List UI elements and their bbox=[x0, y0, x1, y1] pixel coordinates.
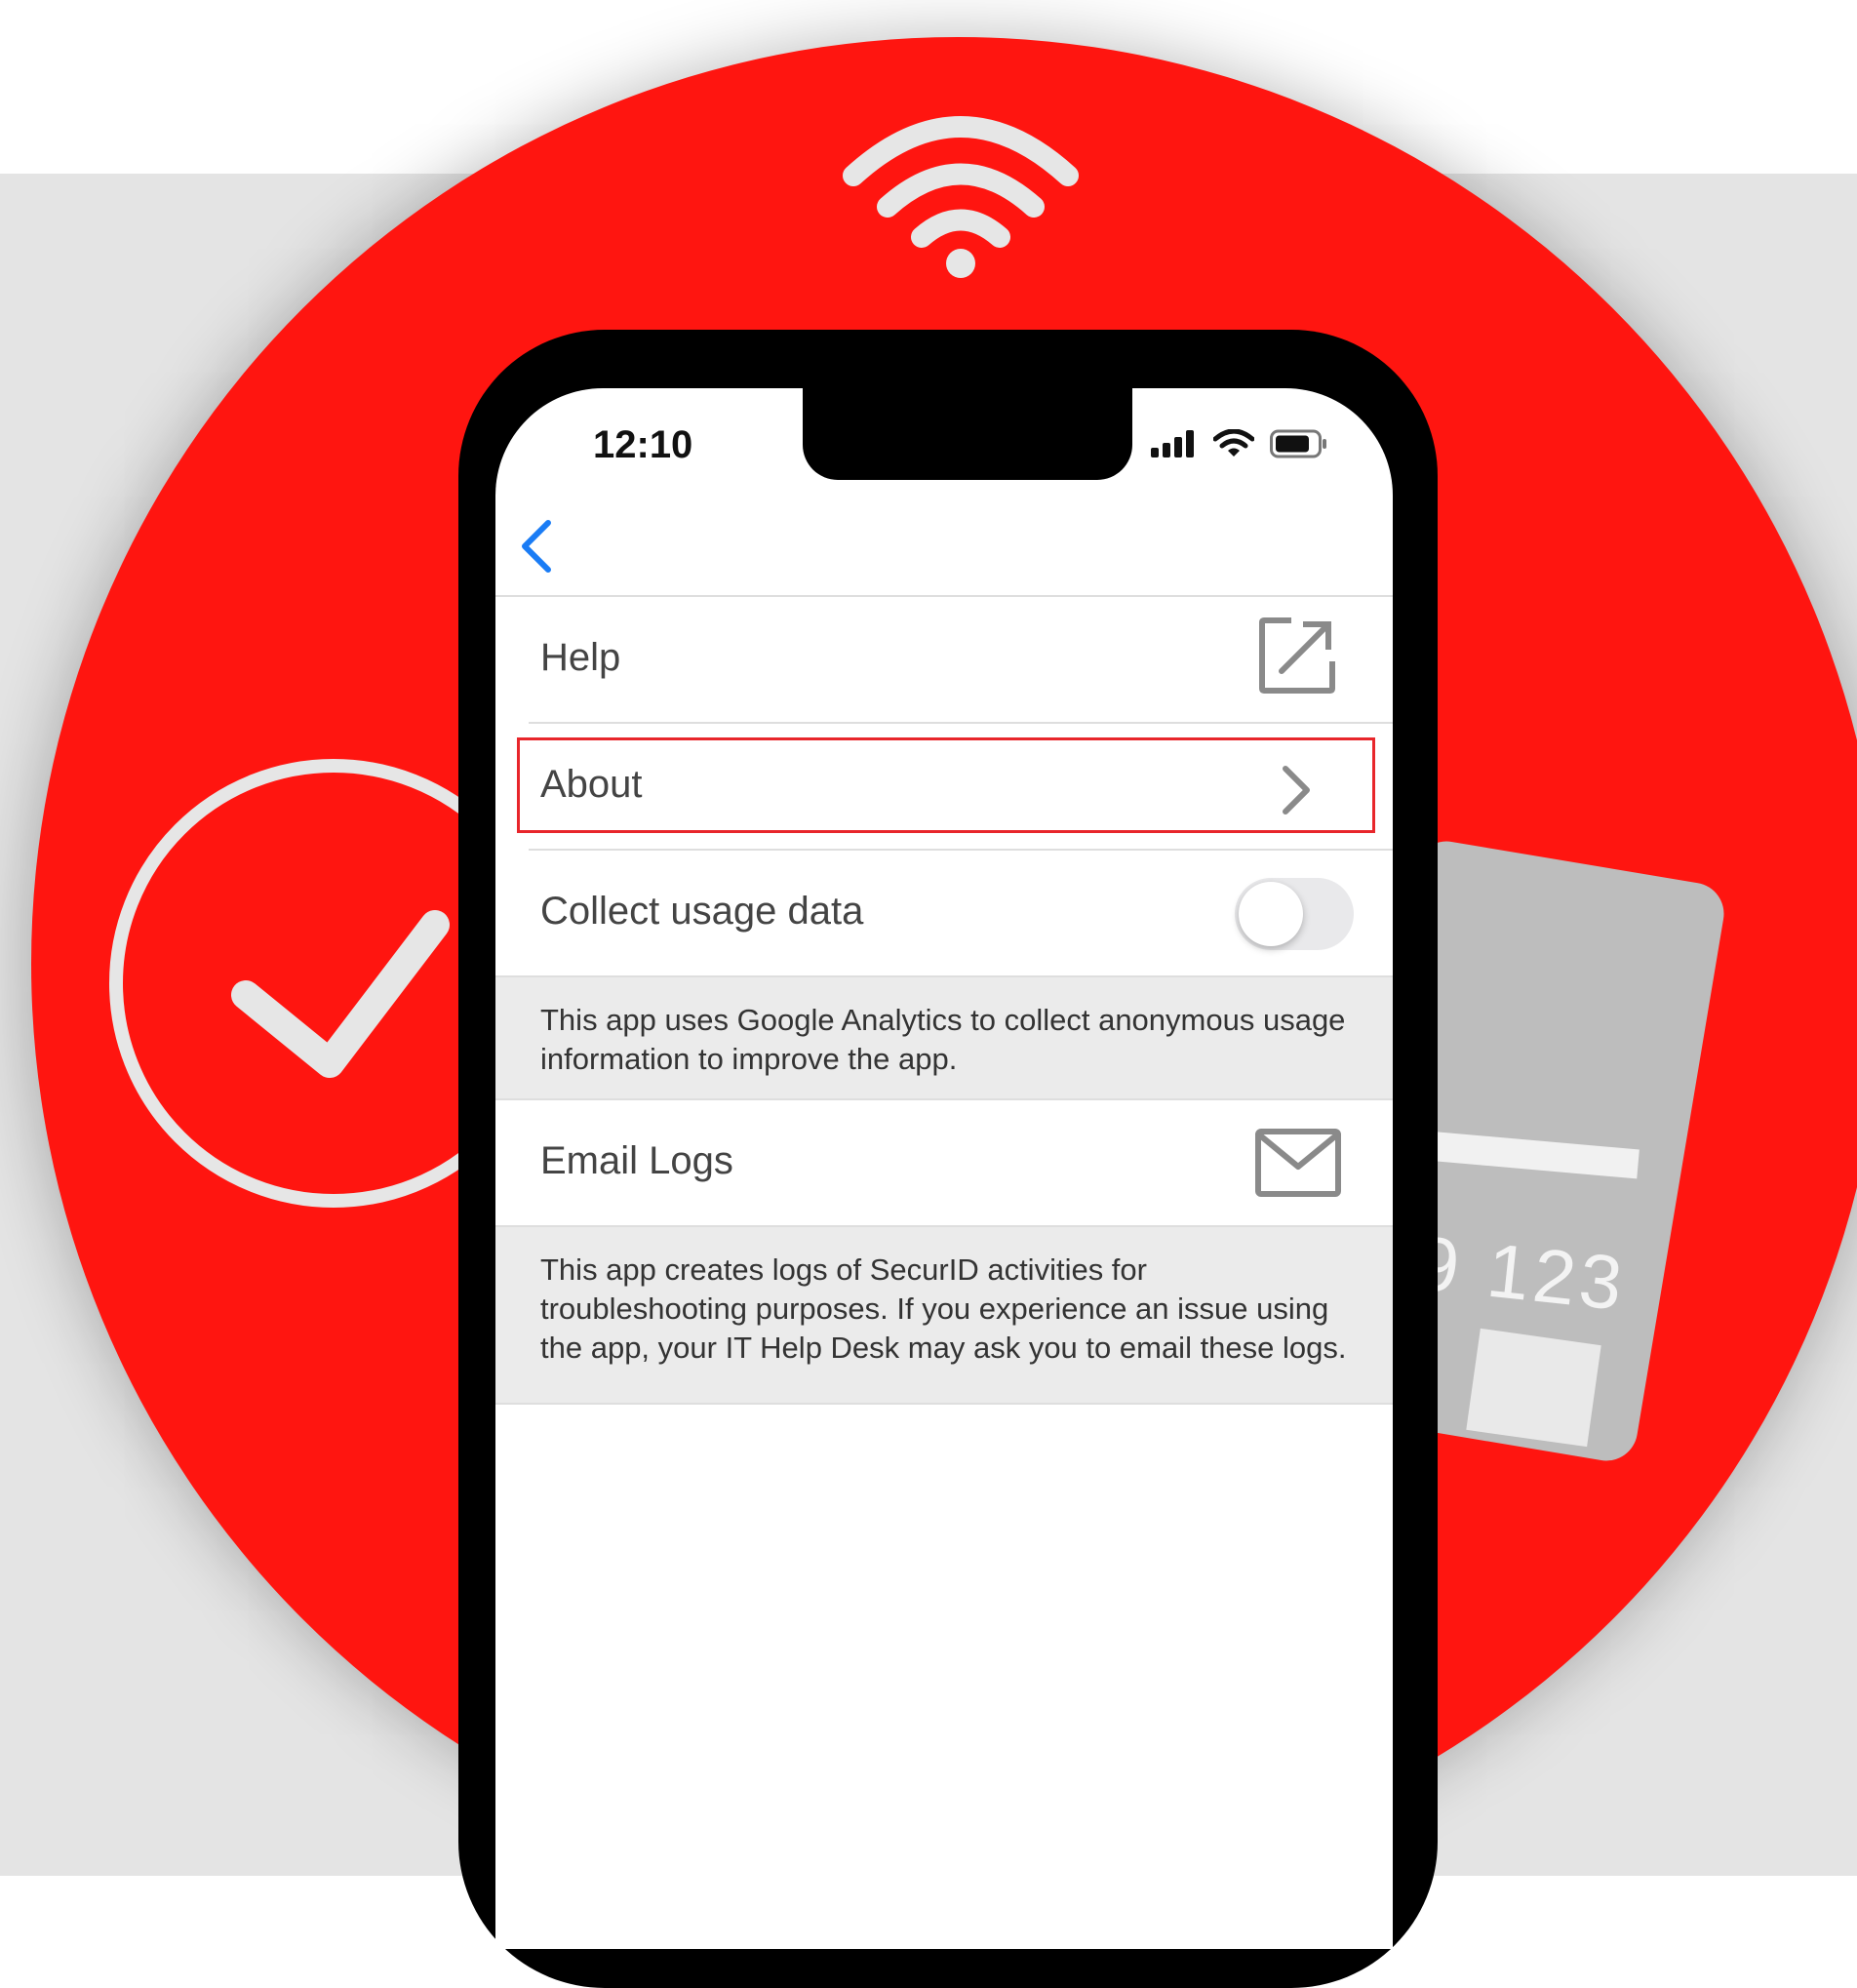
collect-usage-row: Collect usage data bbox=[495, 851, 1393, 975]
toggle-knob bbox=[1239, 882, 1303, 946]
phone-screen: 12:10 Help About Collect usage data This… bbox=[495, 388, 1393, 1949]
mail-icon[interactable] bbox=[1254, 1128, 1342, 1198]
divider bbox=[495, 1403, 1393, 1405]
back-chevron-icon[interactable] bbox=[509, 515, 568, 577]
collect-usage-label: Collect usage data bbox=[540, 890, 864, 933]
help-label: Help bbox=[540, 636, 621, 679]
checkmark-icon bbox=[231, 910, 450, 1078]
collect-usage-toggle[interactable] bbox=[1235, 878, 1354, 950]
status-icons bbox=[1151, 429, 1328, 458]
email-logs-note: This app creates logs of SecurID activit… bbox=[495, 1227, 1393, 1403]
card-chip bbox=[1466, 1328, 1601, 1448]
status-time: 12:10 bbox=[593, 423, 693, 466]
wifi-icon bbox=[843, 116, 1079, 278]
email-logs-label: Email Logs bbox=[540, 1139, 733, 1182]
external-link-icon[interactable] bbox=[1258, 616, 1336, 695]
phone-notch bbox=[803, 388, 1132, 480]
about-highlight-box bbox=[517, 737, 1375, 833]
cellular-signal-icon bbox=[1151, 430, 1194, 457]
collect-usage-note: This app uses Google Analytics to collec… bbox=[495, 977, 1393, 1098]
help-row[interactable]: Help bbox=[495, 597, 1393, 722]
wifi-status-icon bbox=[1213, 429, 1254, 457]
email-logs-row[interactable]: Email Logs bbox=[495, 1100, 1393, 1225]
battery-icon bbox=[1270, 429, 1326, 458]
